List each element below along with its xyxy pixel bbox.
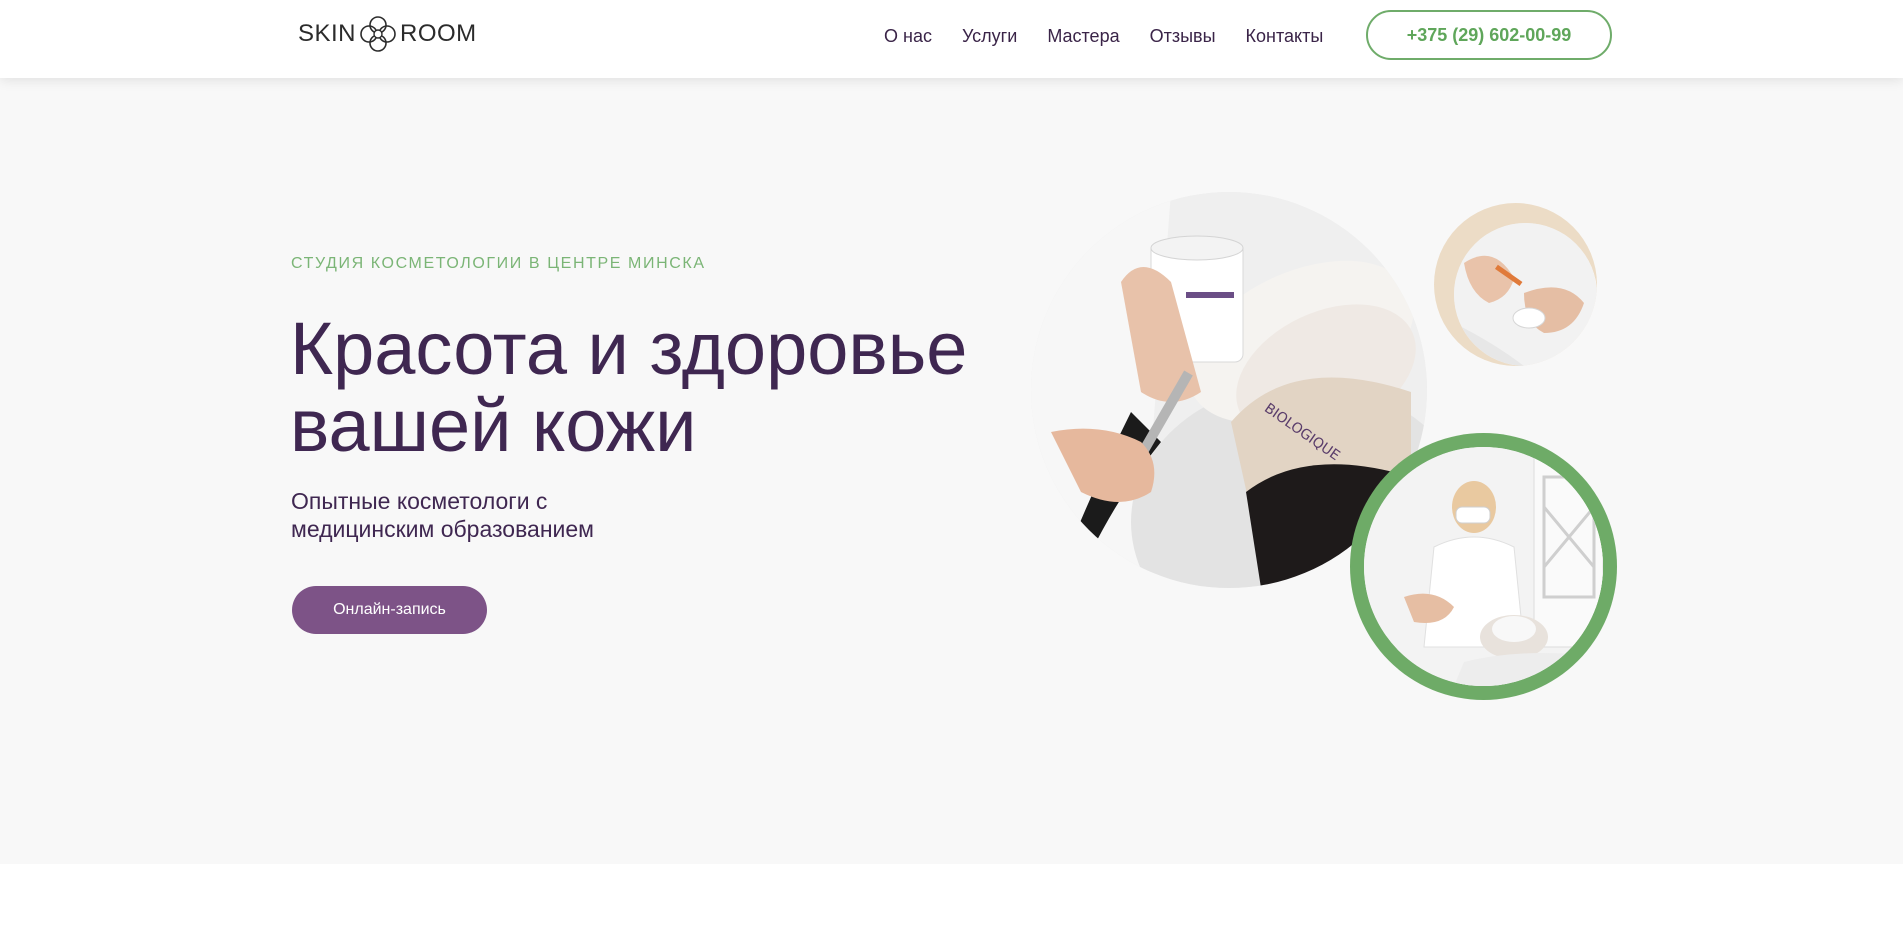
nav-item-contacts[interactable]: Контакты: [1246, 23, 1324, 49]
logo-text-left: SKIN: [298, 20, 357, 47]
logo[interactable]: SKIN ROOM: [298, 14, 477, 54]
cosmetologist-with-client-photo-inner: [1364, 447, 1603, 686]
site-header: SKIN ROOM О нас Услуги Мастера Отзывы Ко…: [0, 0, 1903, 78]
cosmetologist-hands-photo-inner: [1454, 223, 1597, 366]
flower-logo-icon: [360, 16, 396, 52]
nav-item-about[interactable]: О нас: [884, 23, 932, 49]
hero-title: Красота и здоровье вашей кожи: [290, 310, 1030, 464]
hero-title-line2: вашей кожи: [290, 384, 697, 467]
main-nav: О нас Услуги Мастера Отзывы Контакты: [884, 23, 1353, 49]
hero-lead: Опытные косметологи с медицинским образо…: [291, 487, 711, 543]
phone-button[interactable]: +375 (29) 602-00-99: [1366, 10, 1612, 60]
nav-item-masters[interactable]: Мастера: [1047, 23, 1119, 49]
cosmetologist-hands-photo: [1434, 203, 1597, 366]
nav-item-reviews[interactable]: Отзывы: [1150, 23, 1216, 49]
hero-lead-line2: медицинским образованием: [291, 516, 594, 542]
hero-lead-line1: Опытные косметологи с: [291, 488, 548, 514]
nav-item-services[interactable]: Услуги: [962, 23, 1017, 49]
hero-section: [0, 78, 1903, 864]
cosmetologist-with-client-photo: [1350, 433, 1617, 700]
logo-text-right: ROOM: [400, 20, 477, 47]
hero-eyebrow: СТУДИЯ КОСМЕТОЛОГИИ В ЦЕНТРЕ МИНСКА: [291, 255, 706, 272]
online-booking-button[interactable]: Онлайн-запись: [292, 586, 487, 634]
hero-title-line1: Красота и здоровье: [290, 307, 968, 390]
